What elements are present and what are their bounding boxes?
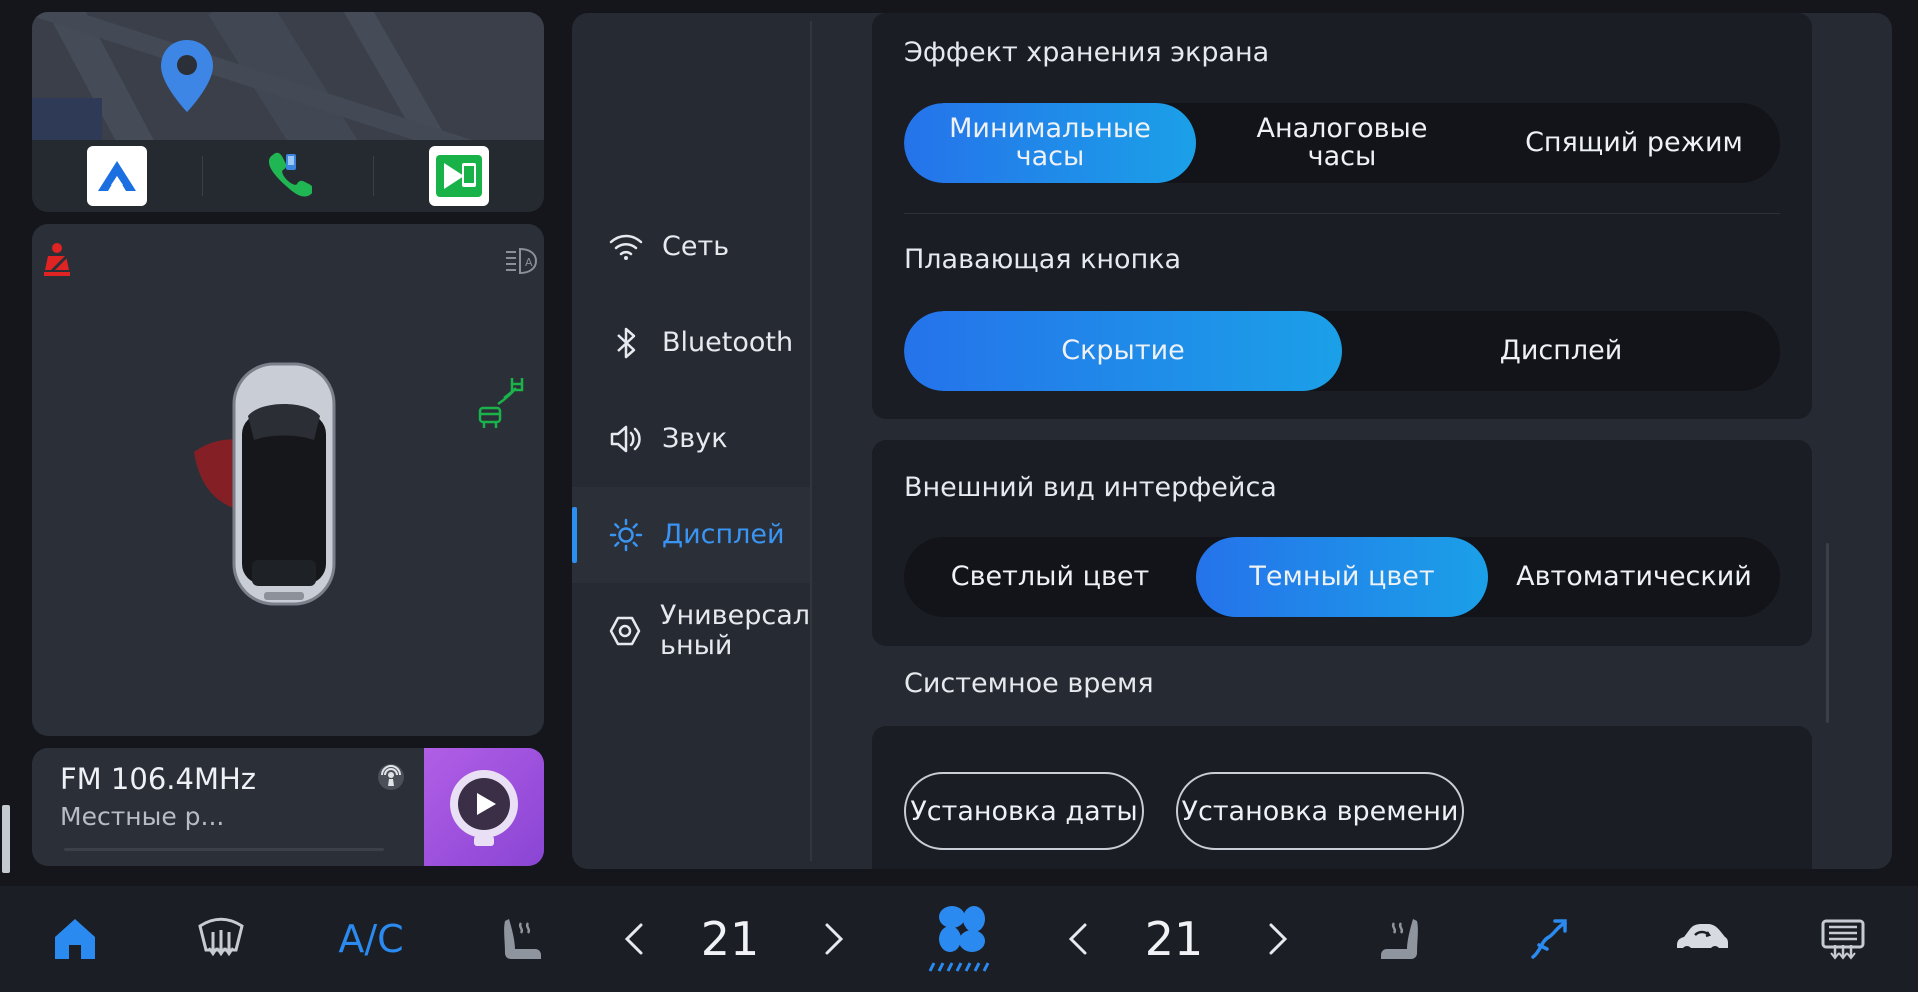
left-temp-up-button[interactable]	[812, 886, 856, 992]
svg-text:A: A	[525, 256, 533, 269]
nav-item-display[interactable]: Дисплей	[572, 487, 810, 583]
appearance-selector[interactable]: Светлый цвет Темный цвет Автоматический	[904, 537, 1780, 617]
driver-seat-heat-button[interactable]	[486, 886, 556, 992]
side-handle[interactable]	[2, 805, 10, 873]
car-top-view	[194, 362, 336, 606]
rear-defrost-icon	[1821, 919, 1865, 960]
mini-map[interactable]	[32, 12, 544, 202]
nav-item-network[interactable]: Сеть	[572, 199, 810, 295]
home-button[interactable]	[40, 886, 110, 992]
option-display[interactable]: Дисплей	[1342, 311, 1780, 391]
floating-button-selector[interactable]: Скрытие Дисплей	[904, 311, 1780, 391]
option-dark[interactable]: Темный цвет	[1196, 537, 1488, 617]
option-hide[interactable]: Скрытие	[904, 311, 1342, 391]
settings-panel: Сеть Bluetooth Звук Дисплей Универсал ьны…	[572, 13, 1892, 869]
chevron-right-icon	[825, 923, 844, 955]
app-shortcut-bar	[32, 140, 544, 212]
front-defrost-icon	[198, 917, 244, 957]
chevron-left-icon	[624, 923, 643, 955]
brightness-icon	[606, 515, 646, 555]
air-direction-button[interactable]	[1514, 886, 1584, 992]
general-settings-icon	[606, 611, 644, 651]
car-recirculation-icon	[1677, 924, 1728, 956]
nav-item-general[interactable]: Универсал ьный	[572, 583, 810, 679]
set-date-button[interactable]: Установка даты	[904, 772, 1144, 850]
location-pin-icon	[161, 40, 213, 112]
ac-button[interactable]: A/C	[326, 886, 416, 992]
navigation-app-icon[interactable]	[87, 146, 147, 206]
divider	[904, 213, 1780, 214]
option-sleep-mode[interactable]: Спящий режим	[1488, 103, 1780, 183]
right-temp-down-button[interactable]	[1056, 886, 1100, 992]
fan-button[interactable]	[916, 886, 1008, 992]
option-minimal-clock[interactable]: Минимальные часы	[904, 103, 1196, 183]
scrollbar[interactable]	[1826, 543, 1829, 723]
system-time-section: Установка даты Установка времени	[872, 726, 1812, 869]
home-icon	[55, 919, 95, 959]
chevron-left-icon	[1068, 923, 1087, 955]
radio-cover-art[interactable]	[424, 748, 544, 866]
recirculation-button[interactable]	[1666, 886, 1736, 992]
nav-item-sound[interactable]: Звук	[572, 391, 810, 487]
rear-defrost-button[interactable]	[1808, 886, 1878, 992]
radio-station: FM 106.4MHz	[60, 762, 256, 796]
passenger-seat-heat-button[interactable]	[1366, 886, 1436, 992]
seatbelt-warning-icon	[44, 243, 70, 278]
option-analog-clock[interactable]: Аналоговые часы	[1196, 103, 1488, 183]
radio-source-icon[interactable]	[376, 762, 406, 792]
map-widget[interactable]	[32, 12, 544, 212]
screensaver-selector[interactable]: Минимальные часы Аналоговые часы Спящий ре…	[904, 103, 1780, 183]
appearance-section: Внешний вид интерфейса Светлый цвет Темн…	[872, 440, 1812, 646]
bluetooth-icon	[606, 323, 646, 363]
air-direction-icon	[1531, 919, 1567, 959]
fan-icon	[928, 906, 990, 972]
media-cast-app-icon[interactable]	[429, 146, 489, 206]
radio-subtitle: Местные р...	[60, 802, 225, 831]
climate-bar: A/C 21 21	[0, 886, 1918, 992]
radio-progress	[64, 848, 384, 851]
left-temp-down-button[interactable]	[612, 886, 656, 992]
nav-item-bluetooth[interactable]: Bluetooth	[572, 295, 810, 391]
option-auto[interactable]: Автоматический	[1488, 537, 1780, 617]
right-temperature: 21	[1144, 912, 1204, 966]
right-temp-up-button[interactable]	[1256, 886, 1300, 992]
auto-headlight-icon: A	[506, 247, 538, 275]
system-time-title: Системное время	[904, 668, 1154, 699]
seat-heat-icon	[1381, 919, 1418, 959]
speaker-icon	[606, 419, 646, 459]
appearance-title: Внешний вид интерфейса	[904, 472, 1277, 503]
radio-widget[interactable]: FM 106.4MHz Местные р...	[32, 748, 544, 866]
floating-button-title: Плавающая кнопка	[904, 244, 1182, 275]
display-settings-section: Эффект хранения экрана Минимальные часы А…	[872, 13, 1812, 419]
active-indicator	[572, 507, 577, 563]
play-icon[interactable]	[446, 766, 522, 850]
phone-icon[interactable]	[264, 148, 314, 204]
front-defrost-button[interactable]	[186, 886, 256, 992]
set-time-button[interactable]: Установка времени	[1176, 772, 1464, 850]
vehicle-status-card: A	[32, 224, 544, 736]
screensaver-title: Эффект хранения экрана	[904, 37, 1270, 68]
chevron-right-icon	[1269, 923, 1288, 955]
option-light[interactable]: Светлый цвет	[904, 537, 1196, 617]
wifi-icon	[606, 227, 646, 267]
left-temperature: 21	[700, 912, 760, 966]
seat-heat-icon	[504, 919, 541, 959]
lane-assist-icon	[478, 378, 524, 428]
